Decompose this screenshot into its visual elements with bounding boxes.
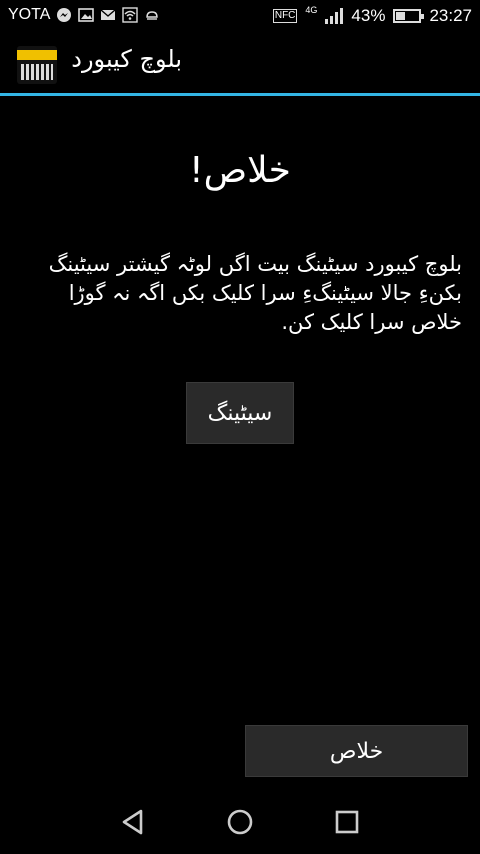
action-bar: بلوچ کیبورد — [0, 33, 480, 93]
nfc-icon: NFC — [272, 9, 298, 23]
android-icon — [146, 11, 159, 20]
home-icon[interactable] — [220, 802, 260, 842]
signal-icon — [325, 8, 344, 24]
image-icon — [78, 8, 95, 22]
action-bar-divider — [0, 93, 480, 96]
recents-icon[interactable] — [327, 802, 367, 842]
network-type-label: 4G — [305, 5, 318, 15]
battery-percent: 43% — [351, 6, 386, 25]
wifi-icon — [122, 7, 139, 23]
back-icon[interactable] — [113, 802, 153, 842]
status-left: YOTA — [8, 6, 160, 24]
messenger-icon — [57, 8, 72, 22]
clock: 23:27 — [429, 6, 472, 25]
battery-icon — [393, 9, 425, 23]
page-heading: خلاص! — [189, 150, 291, 191]
status-right: NFC 4G 43% 23:27 — [272, 5, 472, 26]
navigation-bar — [0, 790, 480, 854]
settings-button[interactable]: سیٹینگ — [186, 382, 294, 444]
done-button[interactable]: خلاص — [245, 725, 468, 777]
status-bar: YOTA NFC 4G 43% 23:27 — [0, 0, 480, 33]
app-logo-icon[interactable] — [17, 46, 57, 84]
app-title: بلوچ کیبورد — [71, 45, 182, 73]
mail-icon — [100, 9, 116, 20]
instruction-text: بلوچ کیبورد سیٹینگ بیت اگں لوٹہ گیشتر سی… — [48, 252, 462, 334]
carrier-label: YOTA — [8, 6, 51, 23]
